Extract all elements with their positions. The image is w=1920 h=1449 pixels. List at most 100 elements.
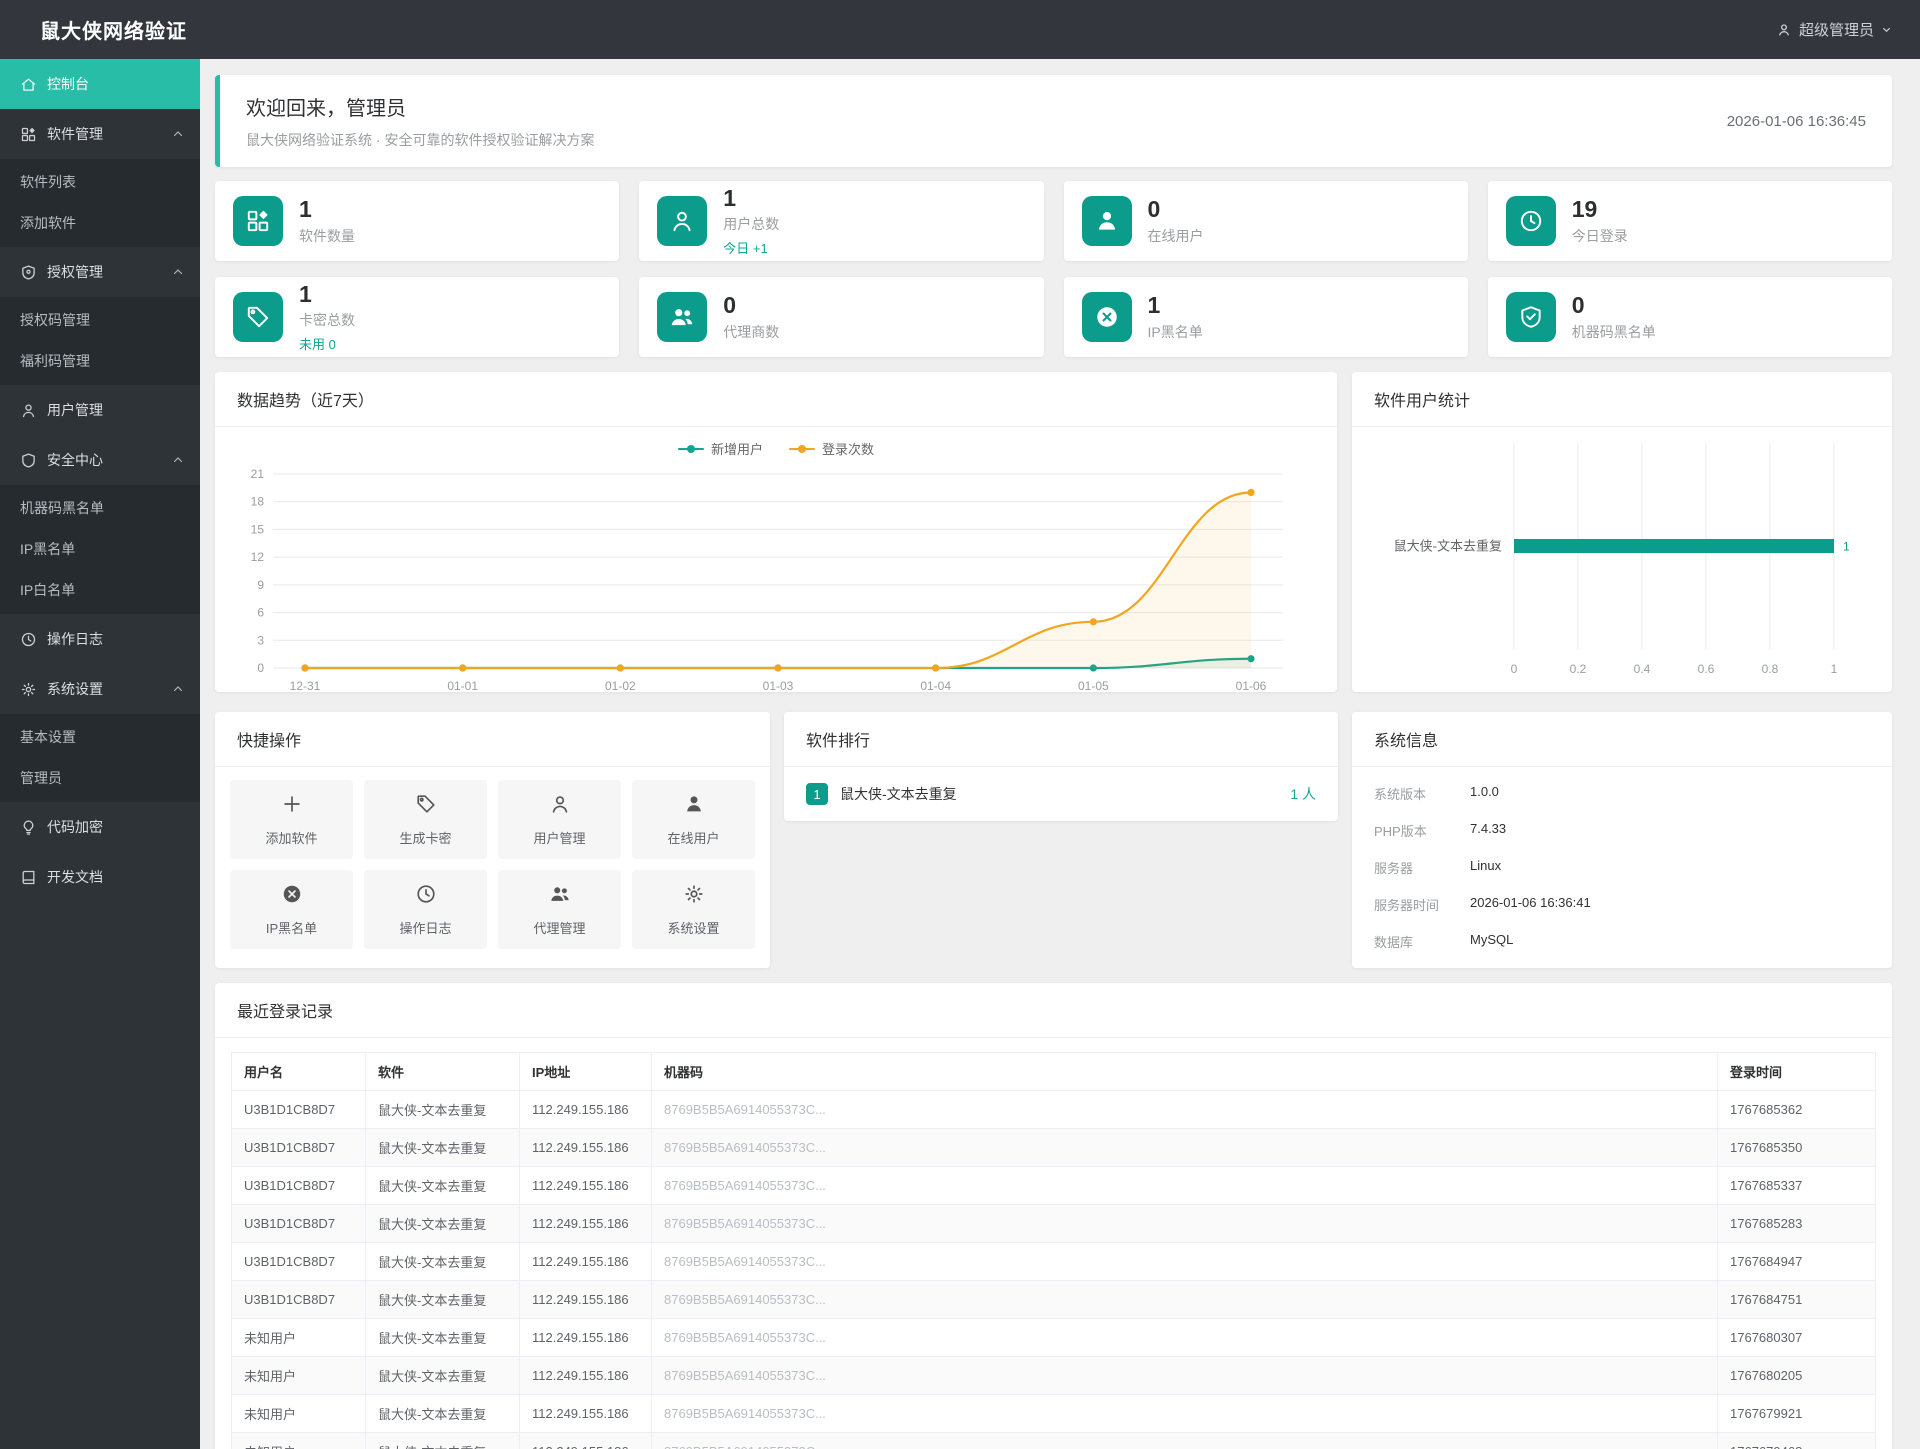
table-cell: 1767685350	[1717, 1128, 1876, 1167]
svg-text:01-01: 01-01	[447, 679, 478, 693]
sidebar-item-security[interactable]: 安全中心	[0, 435, 200, 485]
quick-action-在线用户[interactable]: 在线用户	[632, 780, 755, 859]
table-cell: 1767679468	[1717, 1432, 1876, 1449]
quick-action-用户管理[interactable]: 用户管理	[498, 780, 621, 859]
sidebar-subitem[interactable]: 机器码黑名单	[0, 488, 200, 529]
sidebar-item-label: 控制台	[47, 76, 89, 92]
stat-card: 19 今日登录	[1487, 181, 1892, 261]
stat-extra: 未用 0	[299, 337, 336, 353]
sidebar-subitem[interactable]: 基本设置	[0, 717, 200, 758]
user-icon	[549, 793, 571, 820]
recent-logins-card: 最近登录记录 用户名 软件 IP地址 机器码 登录时间 U3B1D1CB8D7 鼠大侠-文…	[215, 983, 1892, 1449]
table-cell: U3B1D1CB8D7	[231, 1128, 366, 1167]
sidebar-item-encrypt[interactable]: 代码加密	[0, 802, 200, 852]
sidebar-item-users[interactable]: 用户管理	[0, 385, 200, 435]
sidebar-item-label: 授权管理	[47, 264, 103, 280]
software-ranking-list: 1 鼠大侠-文本去重复 1 人	[784, 767, 1338, 821]
sidebar-subitem[interactable]: IP白名单	[0, 570, 200, 611]
quick-action-生成卡密[interactable]: 生成卡密	[364, 780, 487, 859]
system-info-label: PHP版本	[1374, 824, 1427, 839]
quick-action-IP黑名单[interactable]: IP黑名单	[230, 870, 353, 949]
system-info-row: 系统版本 1.0.0	[1374, 775, 1870, 812]
gear-icon	[683, 883, 705, 910]
table-cell: U3B1D1CB8D7	[231, 1242, 366, 1281]
quick-action-系统设置[interactable]: 系统设置	[632, 870, 755, 949]
table-cell: 1767684751	[1717, 1280, 1876, 1319]
trend-chart: 0 3 6 9 12 15 18 21 12-31 01-01 01-02 01-03 01-04 01-…	[215, 460, 1337, 703]
sidebar-item-label: 开发文档	[47, 869, 103, 885]
quick-action-label: 生成卡密	[399, 830, 452, 846]
top-navbar: 鼠大侠网络验证 超级管理员	[0, 0, 1920, 59]
table-column-header: 软件	[365, 1052, 520, 1091]
clock-icon	[415, 883, 437, 910]
table-cell: 8769B5B5A6914055373C...	[651, 1242, 1718, 1281]
user-menu[interactable]: 超级管理员	[1776, 19, 1892, 40]
table-cell: 鼠大侠-文本去重复	[365, 1280, 520, 1319]
table-cell: 8769B5B5A6914055373C...	[651, 1166, 1718, 1205]
table-cell: 1767685283	[1717, 1204, 1876, 1243]
ranking-item[interactable]: 1 鼠大侠-文本去重复 1 人	[784, 767, 1338, 821]
legend-item[interactable]: 新增用户	[677, 439, 763, 458]
software-users-chart-title: 软件用户统计	[1352, 372, 1892, 427]
system-info-value: MySQL	[1470, 932, 1514, 947]
sidebar-subitem[interactable]: 福利码管理	[0, 341, 200, 382]
trend-chart-card: 数据趋势（近7天） 新增用户 登录次数 0 3 6 9 12 15 18 21 12-31 01-0…	[215, 372, 1337, 693]
chevron-down-icon	[1881, 24, 1892, 35]
table-row: 未知用户鼠大侠-文本去重复112.249.155.1868769B5B5A691…	[231, 1356, 1876, 1395]
table-cell: 8769B5B5A6914055373C...	[651, 1432, 1718, 1449]
sidebar-submenu-software: 软件列表 添加软件	[0, 159, 200, 247]
table-row: U3B1D1CB8D7 鼠大侠-文本去重复 112.249.155.186 8769B…	[231, 1280, 1876, 1319]
svg-text:9: 9	[257, 578, 264, 592]
sidebar-item-license[interactable]: 授权管理	[0, 247, 200, 297]
sidebar: 控制台软件管理 软件列表 添加软件授权管理授权码管理 福利码管理 用户管理 安全中心 机器码…	[0, 59, 200, 1449]
welcome-card: 欢迎回来，管理员 鼠大侠网络验证系统 · 安全可靠的软件授权验证解决方案 202…	[215, 75, 1892, 167]
table-cell: 鼠大侠-文本去重复	[365, 1242, 520, 1281]
table-row: U3B1D1CB8D7 鼠大侠-文本去重复 112.249.155.186 8769B…	[231, 1128, 1876, 1167]
table-cell: 1767685362	[1717, 1090, 1876, 1129]
sidebar-subitem[interactable]: 添加软件	[0, 203, 200, 244]
table-cell: 鼠大侠-文本去重复	[365, 1356, 520, 1395]
table-cell: U3B1D1CB8D7	[231, 1204, 366, 1243]
stat-card: 1 IP黑名单	[1063, 277, 1468, 357]
table-cell: 未知用户	[231, 1318, 366, 1357]
system-info-row: 服务器时间 2026-01-06 16:36:41	[1374, 886, 1870, 923]
table-cell: 1767679921	[1717, 1394, 1876, 1433]
system-info-list: 系统版本 1.0.0 PHP版本 7.4.33 服务器 Linux 服务器时间 2026-01…	[1352, 767, 1892, 968]
sidebar-item-console[interactable]: 控制台	[0, 59, 200, 109]
svg-text:01-06: 01-06	[1236, 679, 1267, 693]
quick-action-label: 系统设置	[667, 920, 720, 936]
system-info-label: 系统版本	[1374, 787, 1427, 802]
quick-action-操作日志[interactable]: 操作日志	[364, 870, 487, 949]
legend-label: 新增用户	[710, 442, 763, 457]
svg-text:12-31: 12-31	[290, 679, 321, 693]
software-ranking-card: 软件排行 1 鼠大侠-文本去重复 1 人	[784, 712, 1338, 821]
user-name: 超级管理员	[1798, 22, 1874, 39]
user-solid-icon	[1081, 196, 1132, 246]
legend-item[interactable]: 登录次数	[789, 439, 874, 458]
quick-action-代理管理[interactable]: 代理管理	[498, 870, 621, 949]
stat-label: 卡密总数	[299, 312, 355, 329]
sidebar-item-settings[interactable]: 系统设置	[0, 664, 200, 714]
rank-badge: 1	[806, 783, 828, 805]
sidebar-item-label: 系统设置	[47, 681, 103, 697]
quick-action-添加软件[interactable]: 添加软件	[230, 780, 353, 859]
sidebar-subitem[interactable]: 管理员	[0, 758, 200, 799]
rank-software-name: 鼠大侠-文本去重复	[840, 786, 957, 802]
main-content: 欢迎回来，管理员 鼠大侠网络验证系统 · 安全可靠的软件授权验证解决方案 202…	[200, 0, 1920, 1449]
recent-logins-table-wrap: 用户名 软件 IP地址 机器码 登录时间 U3B1D1CB8D7 鼠大侠-文本去重复 112…	[215, 1038, 1892, 1449]
table-row: U3B1D1CB8D7 鼠大侠-文本去重复 112.249.155.186 8769B…	[231, 1204, 1876, 1243]
stat-label: 机器码黑名单	[1571, 323, 1656, 340]
table-cell: 8769B5B5A6914055373C...	[651, 1318, 1718, 1357]
stat-card: 0 代理商数	[639, 277, 1044, 357]
sidebar-subitem[interactable]: IP黑名单	[0, 529, 200, 570]
system-info-value: Linux	[1470, 858, 1502, 873]
table-cell: 112.249.155.186	[519, 1394, 652, 1433]
table-cell: 1767684947	[1717, 1242, 1876, 1281]
sidebar-subitem[interactable]: 授权码管理	[0, 300, 200, 341]
sidebar-item-logs[interactable]: 操作日志	[0, 614, 200, 664]
sidebar-item-software[interactable]: 软件管理	[0, 109, 200, 159]
sidebar-subitem[interactable]: 软件列表	[0, 162, 200, 203]
table-column-header: 机器码	[651, 1052, 1718, 1091]
sidebar-item-docs[interactable]: 开发文档	[0, 852, 200, 902]
table-cell: U3B1D1CB8D7	[231, 1090, 366, 1129]
